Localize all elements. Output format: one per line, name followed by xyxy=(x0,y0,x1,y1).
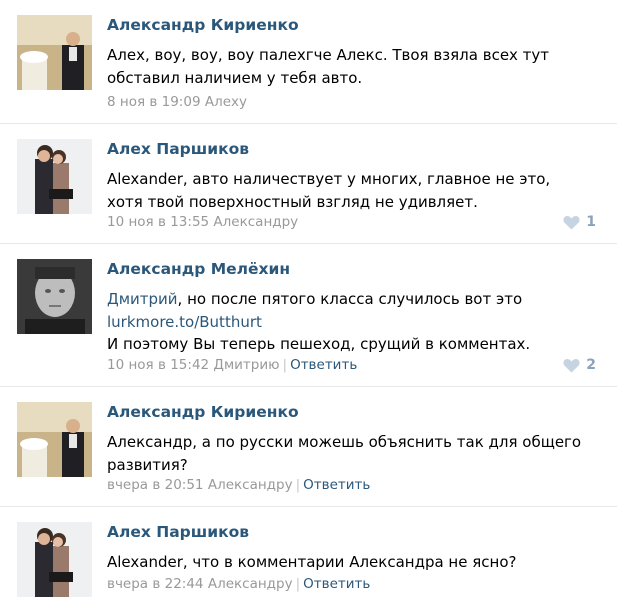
comment-date[interactable]: 10 ноя в 15:42 xyxy=(107,357,209,373)
external-link[interactable]: lurkmore.to/Butthurt xyxy=(107,313,262,331)
avatar-man-in-suit-image xyxy=(17,402,92,477)
reply-to[interactable]: Александру xyxy=(208,477,293,493)
comments-feed: Александр Кириенко Алех, воу, воу, воу п… xyxy=(0,0,617,615)
avatar[interactable] xyxy=(17,402,92,477)
separator: | xyxy=(295,576,301,592)
comment-text-part: , но после пятого класса случилось вот э… xyxy=(177,290,523,308)
avatar[interactable] xyxy=(17,522,92,597)
reply-to[interactable]: Александру xyxy=(208,576,293,592)
separator: | xyxy=(282,357,288,373)
author-name[interactable]: Александр Кириенко xyxy=(107,403,299,421)
reply-to[interactable]: Александру xyxy=(213,214,298,230)
reply-button[interactable]: Ответить xyxy=(290,357,357,373)
comment-date[interactable]: вчера в 20:51 xyxy=(107,477,204,493)
author-name[interactable]: Алех Паршиков xyxy=(107,140,249,158)
comment-text: Алех, воу, воу, воу палехгче Алекс. Твоя… xyxy=(107,46,550,87)
avatar[interactable] xyxy=(17,15,92,90)
heart-icon xyxy=(563,358,580,372)
author-name[interactable]: Алех Паршиков xyxy=(107,523,249,541)
heart-icon xyxy=(563,215,580,229)
like-button[interactable]: 1 xyxy=(563,214,596,230)
comment-text-line: И поэтому Вы теперь пешеход, срущий в ко… xyxy=(107,335,531,353)
like-count: 2 xyxy=(586,357,596,373)
comment-meta: 8 ноя в 19:09 Алеху xyxy=(107,94,247,110)
comment-text: Дмитрий, но после пятого класса случилос… xyxy=(107,288,587,356)
comment-item: Алех Паршиков Alexander, что в комментар… xyxy=(0,507,617,615)
comment-text: Alexander, что в комментарии Александра … xyxy=(107,553,517,571)
comment-meta: 10 ноя в 15:42 Дмитрию | Ответить xyxy=(107,357,357,373)
mention-link[interactable]: Дмитрий xyxy=(107,290,178,308)
comment-item: Александр Кириенко Александр, а по русск… xyxy=(0,387,617,507)
avatar-couple-image xyxy=(17,522,92,597)
comment-text: Александр, а по русски можешь объяснить … xyxy=(107,433,582,474)
avatar-couple-image xyxy=(17,139,92,214)
separator: | xyxy=(295,477,301,493)
reply-to[interactable]: Дмитрию xyxy=(213,357,279,373)
author-name[interactable]: Александр Мелёхин xyxy=(107,260,290,278)
avatar-portrait-bw-image xyxy=(17,259,92,334)
comment-item: Алех Паршиков Alexander, авто наличеству… xyxy=(0,124,617,244)
comment-text: Alexander, авто наличествует у многих, г… xyxy=(107,170,551,211)
comment-date[interactable]: 8 ноя в 19:09 xyxy=(107,94,201,110)
comment-meta: вчера в 20:51 Александру | Ответить xyxy=(107,477,370,493)
comment-item: Александр Мелёхин Дмитрий, но после пято… xyxy=(0,244,617,387)
comment-meta: вчера в 22:44 Александру | Ответить xyxy=(107,576,370,592)
comment-meta: 10 ноя в 13:55 Александру xyxy=(107,214,298,230)
comment-date[interactable]: вчера в 22:44 xyxy=(107,576,204,592)
comment-item: Александр Кириенко Алех, воу, воу, воу п… xyxy=(0,0,617,124)
avatar[interactable] xyxy=(17,139,92,214)
comment-date[interactable]: 10 ноя в 13:55 xyxy=(107,214,209,230)
avatar-man-in-suit-image xyxy=(17,15,92,90)
author-name[interactable]: Александр Кириенко xyxy=(107,16,299,34)
like-button[interactable]: 2 xyxy=(563,357,596,373)
reply-button[interactable]: Ответить xyxy=(303,477,370,493)
like-count: 1 xyxy=(586,214,596,230)
reply-button[interactable]: Ответить xyxy=(303,576,370,592)
reply-to[interactable]: Алеху xyxy=(205,94,247,110)
avatar[interactable] xyxy=(17,259,92,334)
